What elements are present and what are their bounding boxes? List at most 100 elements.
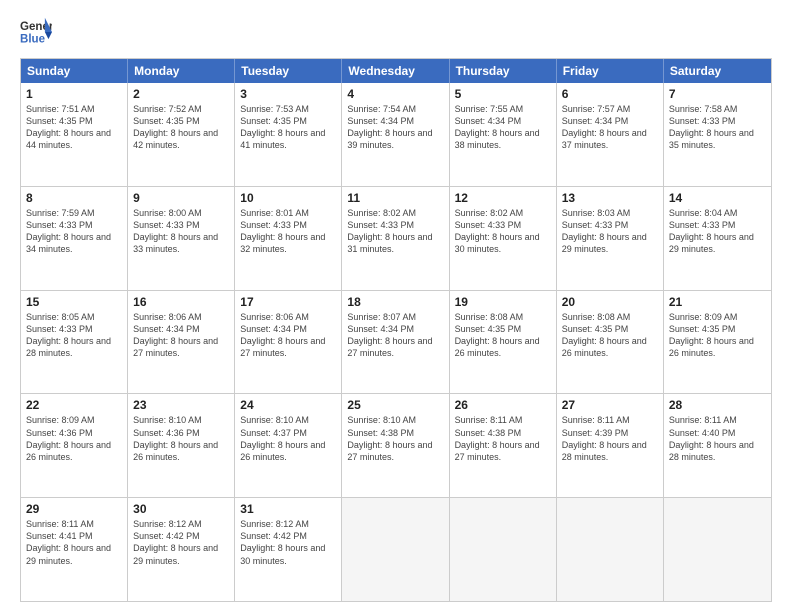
day-info: Sunrise: 8:06 AMSunset: 4:34 PMDaylight:…: [240, 311, 336, 360]
day-number: 13: [562, 191, 658, 205]
calendar-body: 1 Sunrise: 7:51 AMSunset: 4:35 PMDayligh…: [21, 83, 771, 601]
logo: General Blue: [20, 16, 52, 48]
day-info: Sunrise: 8:02 AMSunset: 4:33 PMDaylight:…: [347, 207, 443, 256]
day-cell-5: 5 Sunrise: 7:55 AMSunset: 4:34 PMDayligh…: [450, 83, 557, 186]
day-info: Sunrise: 8:11 AMSunset: 4:40 PMDaylight:…: [669, 414, 766, 463]
day-cell-17: 17 Sunrise: 8:06 AMSunset: 4:34 PMDaylig…: [235, 291, 342, 394]
svg-text:Blue: Blue: [20, 34, 46, 46]
day-cell-26: 26 Sunrise: 8:11 AMSunset: 4:38 PMDaylig…: [450, 394, 557, 497]
day-number: 18: [347, 295, 443, 309]
day-number: 12: [455, 191, 551, 205]
day-cell-13: 13 Sunrise: 8:03 AMSunset: 4:33 PMDaylig…: [557, 187, 664, 290]
day-info: Sunrise: 8:11 AMSunset: 4:38 PMDaylight:…: [455, 414, 551, 463]
page: General Blue SundayMondayTuesdayWednesda…: [0, 0, 792, 612]
day-info: Sunrise: 8:10 AMSunset: 4:36 PMDaylight:…: [133, 414, 229, 463]
day-info: Sunrise: 8:11 AMSunset: 4:39 PMDaylight:…: [562, 414, 658, 463]
day-cell-25: 25 Sunrise: 8:10 AMSunset: 4:38 PMDaylig…: [342, 394, 449, 497]
day-number: 29: [26, 502, 122, 516]
day-cell-22: 22 Sunrise: 8:09 AMSunset: 4:36 PMDaylig…: [21, 394, 128, 497]
day-cell-9: 9 Sunrise: 8:00 AMSunset: 4:33 PMDayligh…: [128, 187, 235, 290]
day-info: Sunrise: 8:12 AMSunset: 4:42 PMDaylight:…: [240, 518, 336, 567]
day-number: 27: [562, 398, 658, 412]
day-info: Sunrise: 7:51 AMSunset: 4:35 PMDaylight:…: [26, 103, 122, 152]
day-info: Sunrise: 8:06 AMSunset: 4:34 PMDaylight:…: [133, 311, 229, 360]
day-info: Sunrise: 7:54 AMSunset: 4:34 PMDaylight:…: [347, 103, 443, 152]
calendar-row: 1 Sunrise: 7:51 AMSunset: 4:35 PMDayligh…: [21, 83, 771, 186]
day-name-monday: Monday: [128, 59, 235, 83]
day-number: 5: [455, 87, 551, 101]
day-info: Sunrise: 8:01 AMSunset: 4:33 PMDaylight:…: [240, 207, 336, 256]
empty-cell: [450, 498, 557, 601]
day-number: 21: [669, 295, 766, 309]
day-info: Sunrise: 7:59 AMSunset: 4:33 PMDaylight:…: [26, 207, 122, 256]
day-number: 28: [669, 398, 766, 412]
day-cell-3: 3 Sunrise: 7:53 AMSunset: 4:35 PMDayligh…: [235, 83, 342, 186]
day-number: 3: [240, 87, 336, 101]
calendar-row: 8 Sunrise: 7:59 AMSunset: 4:33 PMDayligh…: [21, 186, 771, 290]
day-cell-6: 6 Sunrise: 7:57 AMSunset: 4:34 PMDayligh…: [557, 83, 664, 186]
day-info: Sunrise: 8:11 AMSunset: 4:41 PMDaylight:…: [26, 518, 122, 567]
day-number: 23: [133, 398, 229, 412]
day-info: Sunrise: 8:10 AMSunset: 4:37 PMDaylight:…: [240, 414, 336, 463]
day-number: 20: [562, 295, 658, 309]
day-cell-12: 12 Sunrise: 8:02 AMSunset: 4:33 PMDaylig…: [450, 187, 557, 290]
day-name-saturday: Saturday: [664, 59, 771, 83]
day-info: Sunrise: 8:09 AMSunset: 4:36 PMDaylight:…: [26, 414, 122, 463]
day-name-thursday: Thursday: [450, 59, 557, 83]
day-number: 15: [26, 295, 122, 309]
day-number: 31: [240, 502, 336, 516]
calendar: SundayMondayTuesdayWednesdayThursdayFrid…: [20, 58, 772, 602]
logo-icon: General Blue: [20, 16, 52, 48]
day-info: Sunrise: 8:12 AMSunset: 4:42 PMDaylight:…: [133, 518, 229, 567]
day-info: Sunrise: 7:52 AMSunset: 4:35 PMDaylight:…: [133, 103, 229, 152]
day-info: Sunrise: 7:58 AMSunset: 4:33 PMDaylight:…: [669, 103, 766, 152]
day-info: Sunrise: 8:09 AMSunset: 4:35 PMDaylight:…: [669, 311, 766, 360]
header: General Blue: [20, 16, 772, 48]
day-cell-7: 7 Sunrise: 7:58 AMSunset: 4:33 PMDayligh…: [664, 83, 771, 186]
day-number: 22: [26, 398, 122, 412]
day-number: 26: [455, 398, 551, 412]
day-info: Sunrise: 8:02 AMSunset: 4:33 PMDaylight:…: [455, 207, 551, 256]
day-number: 6: [562, 87, 658, 101]
day-cell-24: 24 Sunrise: 8:10 AMSunset: 4:37 PMDaylig…: [235, 394, 342, 497]
day-number: 2: [133, 87, 229, 101]
day-cell-16: 16 Sunrise: 8:06 AMSunset: 4:34 PMDaylig…: [128, 291, 235, 394]
day-cell-10: 10 Sunrise: 8:01 AMSunset: 4:33 PMDaylig…: [235, 187, 342, 290]
day-cell-15: 15 Sunrise: 8:05 AMSunset: 4:33 PMDaylig…: [21, 291, 128, 394]
day-cell-8: 8 Sunrise: 7:59 AMSunset: 4:33 PMDayligh…: [21, 187, 128, 290]
day-info: Sunrise: 7:55 AMSunset: 4:34 PMDaylight:…: [455, 103, 551, 152]
day-name-wednesday: Wednesday: [342, 59, 449, 83]
day-name-tuesday: Tuesday: [235, 59, 342, 83]
calendar-row: 29 Sunrise: 8:11 AMSunset: 4:41 PMDaylig…: [21, 497, 771, 601]
day-number: 19: [455, 295, 551, 309]
day-number: 25: [347, 398, 443, 412]
calendar-row: 15 Sunrise: 8:05 AMSunset: 4:33 PMDaylig…: [21, 290, 771, 394]
day-cell-20: 20 Sunrise: 8:08 AMSunset: 4:35 PMDaylig…: [557, 291, 664, 394]
day-number: 7: [669, 87, 766, 101]
day-info: Sunrise: 7:53 AMSunset: 4:35 PMDaylight:…: [240, 103, 336, 152]
day-cell-28: 28 Sunrise: 8:11 AMSunset: 4:40 PMDaylig…: [664, 394, 771, 497]
day-cell-11: 11 Sunrise: 8:02 AMSunset: 4:33 PMDaylig…: [342, 187, 449, 290]
calendar-header: SundayMondayTuesdayWednesdayThursdayFrid…: [21, 59, 771, 83]
day-info: Sunrise: 8:04 AMSunset: 4:33 PMDaylight:…: [669, 207, 766, 256]
day-number: 10: [240, 191, 336, 205]
day-cell-30: 30 Sunrise: 8:12 AMSunset: 4:42 PMDaylig…: [128, 498, 235, 601]
day-info: Sunrise: 8:05 AMSunset: 4:33 PMDaylight:…: [26, 311, 122, 360]
day-info: Sunrise: 8:08 AMSunset: 4:35 PMDaylight:…: [562, 311, 658, 360]
day-cell-14: 14 Sunrise: 8:04 AMSunset: 4:33 PMDaylig…: [664, 187, 771, 290]
calendar-row: 22 Sunrise: 8:09 AMSunset: 4:36 PMDaylig…: [21, 393, 771, 497]
day-number: 11: [347, 191, 443, 205]
day-info: Sunrise: 8:00 AMSunset: 4:33 PMDaylight:…: [133, 207, 229, 256]
day-number: 9: [133, 191, 229, 205]
day-number: 17: [240, 295, 336, 309]
day-number: 24: [240, 398, 336, 412]
day-cell-2: 2 Sunrise: 7:52 AMSunset: 4:35 PMDayligh…: [128, 83, 235, 186]
day-cell-31: 31 Sunrise: 8:12 AMSunset: 4:42 PMDaylig…: [235, 498, 342, 601]
empty-cell: [664, 498, 771, 601]
day-cell-19: 19 Sunrise: 8:08 AMSunset: 4:35 PMDaylig…: [450, 291, 557, 394]
day-number: 14: [669, 191, 766, 205]
empty-cell: [342, 498, 449, 601]
day-info: Sunrise: 8:03 AMSunset: 4:33 PMDaylight:…: [562, 207, 658, 256]
day-info: Sunrise: 7:57 AMSunset: 4:34 PMDaylight:…: [562, 103, 658, 152]
day-number: 16: [133, 295, 229, 309]
